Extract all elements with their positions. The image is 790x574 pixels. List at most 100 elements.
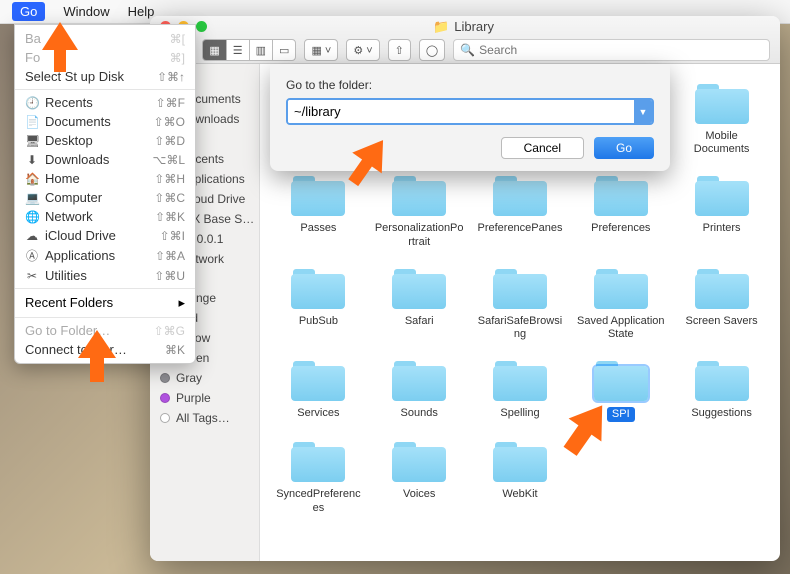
arrange-button[interactable]: ▦ ˅	[304, 39, 338, 61]
folder-label: Spelling	[500, 407, 539, 420]
folder-label: Sounds	[401, 407, 438, 420]
folder-item[interactable]: Sounds	[373, 359, 466, 422]
folder-item[interactable]: Preferences	[574, 174, 667, 248]
folder-icon	[693, 359, 751, 403]
folder-item[interactable]: PreferencePanes	[474, 174, 567, 248]
tag-dot-icon	[160, 393, 170, 403]
finder-window: 📁 Library ‹ › ▦ ☰ ▥ ▭ ▦ ˅ ⚙ ˅ ⇧ ◯ 🔍	[150, 16, 780, 561]
folder-label: Suggestions	[691, 407, 752, 420]
folder-icon	[693, 267, 751, 311]
folder-label: Services	[297, 407, 339, 420]
folder-label: WebKit	[502, 488, 537, 501]
menu-go[interactable]: Go	[12, 2, 45, 21]
chevron-right-icon: ▸	[178, 295, 185, 311]
folder-icon	[390, 267, 448, 311]
window-title: 📁 Library	[207, 19, 720, 35]
folder-icon	[491, 440, 549, 484]
menu-computer[interactable]: 💻Computer⇧⌘C	[15, 188, 195, 207]
folder-icon	[390, 359, 448, 403]
go-to-folder-input[interactable]	[288, 100, 634, 123]
menu-recent-folders[interactable]: Recent Folders▸	[15, 292, 195, 314]
menu-recents[interactable]: 🕘Recents⇧⌘F	[15, 93, 195, 112]
folder-icon	[289, 267, 347, 311]
folder-icon	[592, 267, 650, 311]
view-buttons[interactable]: ▦ ☰ ▥ ▭	[202, 39, 296, 61]
sidebar-tag-label: Gray	[176, 371, 202, 385]
folder-icon	[592, 359, 650, 403]
tags-button[interactable]: ◯	[419, 39, 445, 61]
zoom-icon[interactable]	[196, 21, 207, 32]
network-icon: 🌐	[25, 210, 39, 224]
search-field[interactable]: 🔍	[453, 39, 770, 61]
folder-item[interactable]: Services	[272, 359, 365, 422]
folder-icon	[289, 440, 347, 484]
folder-label: SyncedPreferences	[273, 488, 363, 514]
folder-item[interactable]: PubSub	[272, 267, 365, 341]
folder-item[interactable]: Screen Savers	[675, 267, 768, 341]
utilities-icon: ✂	[25, 269, 39, 283]
folder-label: PreferencePanes	[477, 222, 562, 235]
folder-item[interactable]: Printers	[675, 174, 768, 248]
desktop-icon: 🖥	[25, 134, 39, 148]
menu-utilities[interactable]: ✂Utilities⇧⌘U	[15, 266, 195, 285]
menu-home[interactable]: 🏠Home⇧⌘H	[15, 169, 195, 188]
folder-label: Voices	[403, 488, 435, 501]
sheet-label: Go to the folder:	[286, 78, 654, 92]
recents-icon: 🕘	[25, 96, 39, 110]
tag-dot-icon	[160, 373, 170, 383]
folder-label: Preferences	[591, 222, 650, 235]
view-list-button[interactable]: ☰	[226, 39, 249, 61]
view-gallery-button[interactable]: ▭	[272, 39, 296, 61]
folder-title-icon: 📁	[433, 19, 449, 35]
sidebar-all-tags[interactable]: All Tags…	[150, 408, 259, 428]
folder-label: PersonalizationPortrait	[374, 222, 464, 248]
folder-item[interactable]: Safari	[373, 267, 466, 341]
sidebar-tag-label: Purple	[176, 391, 211, 405]
action-button[interactable]: ⚙ ˅	[346, 39, 379, 61]
folder-icon	[693, 82, 751, 126]
folder-item[interactable]: Mobile Documents	[675, 82, 768, 156]
folder-icon	[491, 359, 549, 403]
folder-item[interactable]: SafariSafeBrowsing	[474, 267, 567, 341]
folder-item[interactable]: Saved Application State	[574, 267, 667, 341]
annotation-arrow	[72, 330, 122, 386]
menu-help[interactable]: Help	[128, 4, 155, 19]
search-input[interactable]	[479, 43, 763, 57]
menu-network[interactable]: 🌐Network⇧⌘K	[15, 207, 195, 226]
menu-icloud-drive[interactable]: ☁iCloud Drive⇧⌘I	[15, 226, 195, 245]
folder-icon	[592, 174, 650, 218]
folder-icon	[491, 267, 549, 311]
folder-icon	[289, 359, 347, 403]
combo-dropdown-icon[interactable]: ▼	[634, 100, 652, 123]
folder-label: PubSub	[299, 315, 338, 328]
folder-item[interactable]: Voices	[373, 440, 466, 514]
folder-item[interactable]: SyncedPreferences	[272, 440, 365, 514]
folder-icon	[390, 174, 448, 218]
folder-item[interactable]: Spelling	[474, 359, 567, 422]
menu-desktop[interactable]: 🖥Desktop⇧⌘D	[15, 131, 195, 150]
titlebar: 📁 Library ‹ › ▦ ☰ ▥ ▭ ▦ ˅ ⚙ ˅ ⇧ ◯ 🔍	[150, 16, 780, 64]
downloads-icon: ⬇	[25, 153, 39, 167]
sidebar-tag[interactable]: Purple	[150, 388, 259, 408]
go-button[interactable]: Go	[594, 137, 654, 159]
share-button[interactable]: ⇧	[388, 39, 411, 61]
folder-label: Printers	[703, 222, 741, 235]
folder-label: Passes	[300, 222, 336, 235]
annotation-arrow	[38, 22, 82, 76]
annotation-arrow	[555, 400, 615, 460]
cancel-button[interactable]: Cancel	[501, 137, 584, 159]
menu-applications[interactable]: ⒶApplications⇧⌘A	[15, 245, 195, 266]
menu-window[interactable]: Window	[63, 4, 109, 19]
view-column-button[interactable]: ▥	[249, 39, 272, 61]
menu-downloads[interactable]: ⬇Downloads⌥⌘L	[15, 150, 195, 169]
folder-item[interactable]: WebKit	[474, 440, 567, 514]
folder-icon	[491, 174, 549, 218]
annotation-arrow	[339, 135, 395, 191]
go-to-folder-sheet: Go to the folder: ▼ Cancel Go	[270, 64, 670, 171]
icloud-icon: ☁	[25, 229, 39, 243]
folder-label: Screen Savers	[686, 315, 758, 328]
view-icon-button[interactable]: ▦	[202, 39, 225, 61]
menu-documents[interactable]: 📄Documents⇧⌘O	[15, 112, 195, 131]
sidebar-tag[interactable]: Gray	[150, 368, 259, 388]
folder-item[interactable]: Suggestions	[675, 359, 768, 422]
